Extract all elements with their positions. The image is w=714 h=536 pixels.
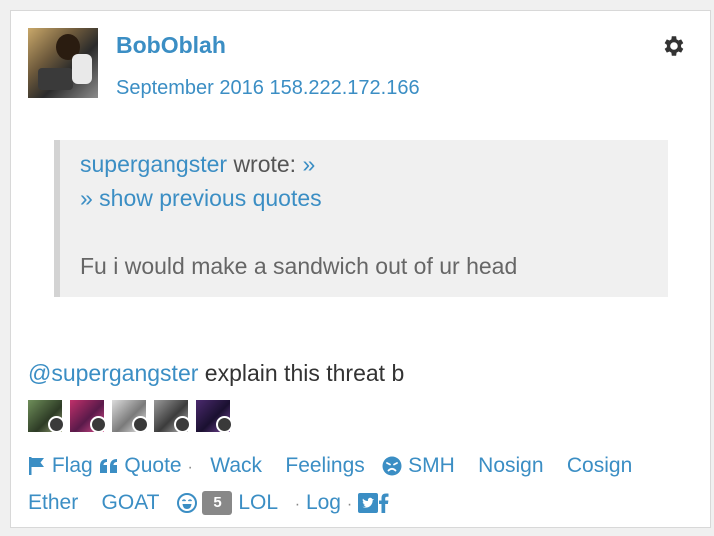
nosign-button[interactable]: Nosign: [478, 454, 543, 477]
quote-author[interactable]: supergangster: [80, 151, 227, 177]
reaction-bar: Flag Quote · Wack Feelings SMH Nosign Co…: [28, 448, 688, 522]
goat-button[interactable]: GOAT: [102, 491, 160, 514]
lol-button[interactable]: 5 LOL: [176, 491, 283, 516]
smh-button[interactable]: SMH: [382, 454, 460, 477]
post-card: BobOblah September 2016 158.222.172.166 …: [10, 10, 711, 528]
quote-text: Fu i would make a sandwich out of ur hea…: [80, 253, 518, 279]
ether-button[interactable]: Ether: [28, 491, 78, 514]
smh-icon: [382, 456, 402, 476]
wack-button[interactable]: Wack: [210, 454, 262, 477]
lol-icon: [176, 493, 197, 514]
post-date[interactable]: September 2016: [116, 77, 264, 99]
post-body: @supergangster explain this threat b: [28, 360, 404, 387]
smh-label: SMH: [408, 454, 455, 477]
reactor-avatar[interactable]: [70, 400, 107, 433]
reactor-avatar[interactable]: [196, 400, 233, 433]
avatar[interactable]: [28, 28, 98, 98]
quote-block: supergangster wrote: » » show previous q…: [54, 140, 668, 297]
post-meta: September 2016 158.222.172.166: [116, 77, 420, 100]
mention-link[interactable]: @supergangster: [28, 360, 198, 386]
feelings-button[interactable]: Feelings: [285, 454, 364, 477]
facebook-icon[interactable]: [378, 492, 390, 514]
post-ip[interactable]: 158.222.172.166: [269, 77, 419, 99]
separator: ·: [294, 496, 301, 513]
twitter-icon[interactable]: [358, 493, 378, 514]
quote-label: Quote: [124, 454, 182, 477]
log-button[interactable]: Log: [306, 491, 341, 514]
show-previous-quotes-link[interactable]: » show previous quotes: [80, 185, 322, 212]
separator: ·: [187, 459, 193, 476]
reactor-avatar[interactable]: [28, 400, 65, 433]
gear-icon[interactable]: [660, 33, 686, 59]
lol-label: LOL: [238, 491, 278, 514]
flag-label: Flag: [51, 454, 93, 477]
quote-header: supergangster wrote: »: [80, 151, 315, 178]
username[interactable]: BobOblah: [116, 32, 226, 59]
flag-button[interactable]: Flag: [28, 454, 99, 477]
reactor-avatar[interactable]: [112, 400, 149, 433]
post-text: explain this threat b: [204, 360, 405, 386]
quote-button[interactable]: Quote: [99, 454, 188, 477]
quote-expand[interactable]: »: [302, 151, 315, 177]
lol-count-badge: 5: [202, 491, 233, 516]
quote-wrote: wrote:: [233, 151, 297, 177]
reactor-avatar[interactable]: [154, 400, 191, 433]
quote-icon: [99, 459, 117, 474]
flag-icon: [29, 457, 44, 476]
separator: ·: [346, 496, 353, 513]
cosign-button[interactable]: Cosign: [567, 454, 632, 477]
